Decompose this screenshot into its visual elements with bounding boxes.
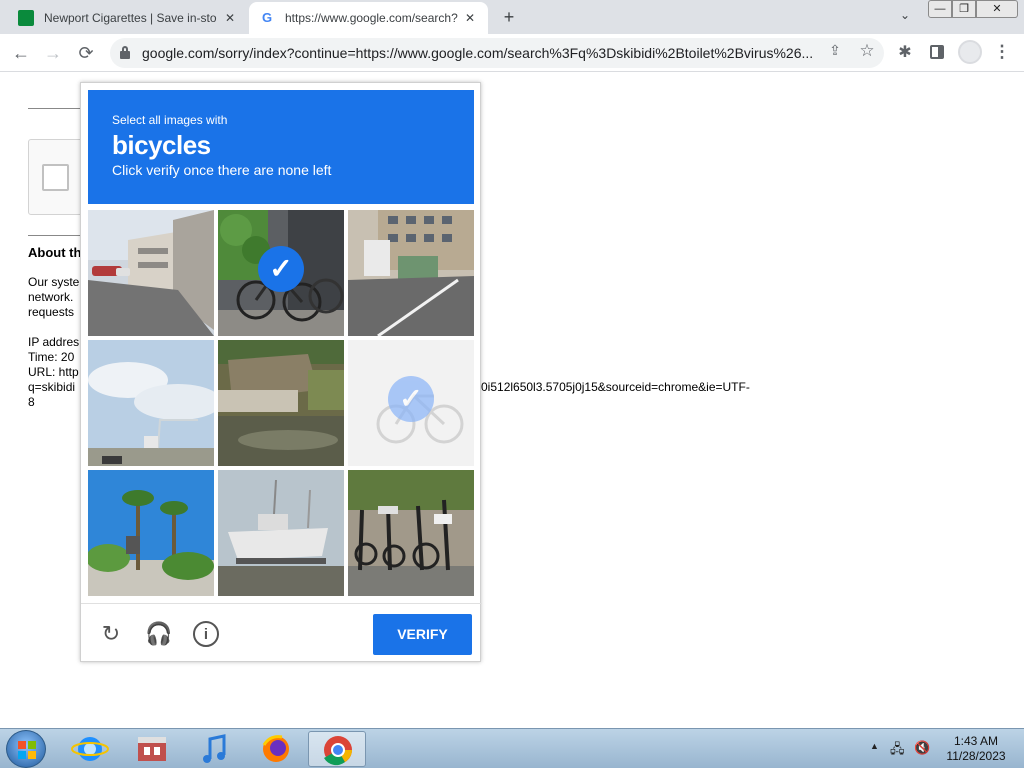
image-tile-1[interactable] [88, 210, 214, 336]
windows-taskbar: ▲ 🖧 🔇 1:43 AM 11/28/2023 [0, 728, 1024, 768]
tile-image [218, 470, 344, 596]
profile-avatar[interactable] [958, 40, 982, 64]
challenge-header: Select all images with bicycles Click ve… [88, 90, 474, 204]
lock-icon[interactable] [120, 46, 130, 59]
challenge-subtitle: Click verify once there are none left [112, 162, 332, 178]
newport-favicon-icon [18, 10, 34, 26]
query-line: q=skibidi [28, 380, 76, 394]
image-tile-2[interactable]: ✓ [218, 210, 344, 336]
url-line: URL: http [28, 365, 79, 379]
help-info-icon[interactable]: i [193, 621, 219, 647]
address-bar[interactable]: google.com/sorry/index?continue=https://… [110, 38, 884, 68]
minimize-button[interactable]: — [928, 0, 952, 18]
share-icon[interactable]: ⇪ [824, 42, 846, 64]
selected-check-icon: ✓ [258, 246, 304, 292]
extensions-puzzle-icon[interactable]: ✱ [894, 42, 916, 64]
browser-toolbar: ← → ⟳ google.com/sorry/index?continue=ht… [0, 34, 1024, 72]
time-line: Time: 20 [28, 350, 75, 364]
windows-flag-icon [18, 741, 36, 759]
internet-explorer-icon[interactable] [66, 731, 114, 767]
clock[interactable]: 1:43 AM 11/28/2023 [940, 734, 1012, 764]
forward-button[interactable]: → [40, 40, 66, 66]
request-details: IP addres Time: 20 URL: http q=skibidi [28, 335, 80, 395]
image-tile-4[interactable] [88, 340, 214, 466]
image-tile-6[interactable]: ✓ [348, 340, 474, 466]
image-tile-9[interactable] [348, 470, 474, 596]
para-line: Our syste [28, 275, 80, 289]
tab-search-dropdown-icon[interactable]: ⌄ [896, 8, 914, 26]
tab-google-search[interactable]: G https://www.google.com/search? ✕ [249, 2, 488, 34]
store-icon[interactable] [128, 731, 176, 767]
bookmark-star-icon[interactable]: ☆ [856, 41, 878, 63]
volume-muted-icon[interactable]: 🔇 [914, 740, 932, 756]
chrome-icon[interactable] [308, 731, 366, 767]
about-heading: About th [28, 245, 82, 260]
system-tray: ▲ 🖧 🔇 1:43 AM 11/28/2023 [866, 729, 1016, 769]
tab-title: https://www.google.com/search? [285, 11, 458, 25]
selected-check-icon: ✓ [388, 376, 434, 422]
clock-date: 11/28/2023 [946, 749, 1006, 763]
image-grid: ✓ ✓ [88, 210, 474, 596]
side-panel-icon[interactable] [930, 45, 944, 59]
show-hidden-icons-icon[interactable]: ▲ [870, 741, 879, 751]
restore-button[interactable]: ❐ [952, 0, 976, 18]
challenge-instruction: Select all images with [112, 113, 228, 127]
close-window-button[interactable]: ✕ [976, 0, 1018, 18]
url-tail-end: 8 [28, 395, 35, 409]
url-tail-text: 0i512l650l3.5705j0j15&sourceid=chrome&ie… [481, 380, 750, 394]
ip-line: IP addres [28, 335, 80, 349]
challenge-target-word: bicycles [112, 130, 211, 160]
clock-time: 1:43 AM [953, 734, 999, 748]
tab-newport[interactable]: Newport Cigarettes | Save in-sto ✕ [8, 2, 248, 34]
chrome-menu-icon[interactable]: ⋮ [992, 42, 1012, 62]
image-tile-5[interactable] [218, 340, 344, 466]
google-favicon-icon: G [259, 10, 275, 26]
tab-close-icon[interactable]: ✕ [222, 11, 238, 25]
verify-button[interactable]: VERIFY [373, 614, 472, 655]
itunes-icon[interactable] [190, 731, 238, 767]
para-line: requests [28, 305, 75, 319]
new-tab-button[interactable]: + [496, 6, 522, 28]
tile-image [88, 340, 214, 466]
image-tile-7[interactable] [88, 470, 214, 596]
reload-button[interactable]: ⟳ [73, 40, 99, 66]
recaptcha-checkbox-widget[interactable] [28, 139, 88, 215]
start-button[interactable] [6, 730, 46, 768]
divider [28, 235, 80, 236]
recaptcha-checkbox[interactable] [42, 164, 69, 191]
tile-image [88, 470, 214, 596]
tile-image [88, 210, 214, 336]
url-text[interactable]: google.com/sorry/index?continue=https://… [142, 45, 814, 61]
para-line: network. [28, 290, 74, 304]
tab-bar: Newport Cigarettes | Save in-sto ✕ G htt… [0, 0, 1024, 34]
tile-image [348, 210, 474, 336]
tab-close-icon[interactable]: ✕ [462, 11, 478, 25]
tile-image [218, 340, 344, 466]
image-tile-8[interactable] [218, 470, 344, 596]
challenge-footer: ↻ 🎧 i VERIFY [81, 603, 482, 663]
divider [28, 108, 80, 109]
tile-image [348, 470, 474, 596]
network-icon[interactable]: 🖧 [890, 740, 906, 756]
captcha-challenge-dialog: Select all images with bicycles Click ve… [80, 82, 482, 663]
firefox-icon[interactable] [252, 731, 300, 767]
tab-title: Newport Cigarettes | Save in-sto [44, 11, 217, 25]
audio-challenge-headphones-icon[interactable]: 🎧 [145, 620, 173, 648]
back-button[interactable]: ← [8, 40, 34, 66]
info-paragraph: Our syste network. requests [28, 275, 80, 320]
new-challenge-reload-icon[interactable]: ↻ [97, 620, 125, 648]
image-tile-3[interactable] [348, 210, 474, 336]
